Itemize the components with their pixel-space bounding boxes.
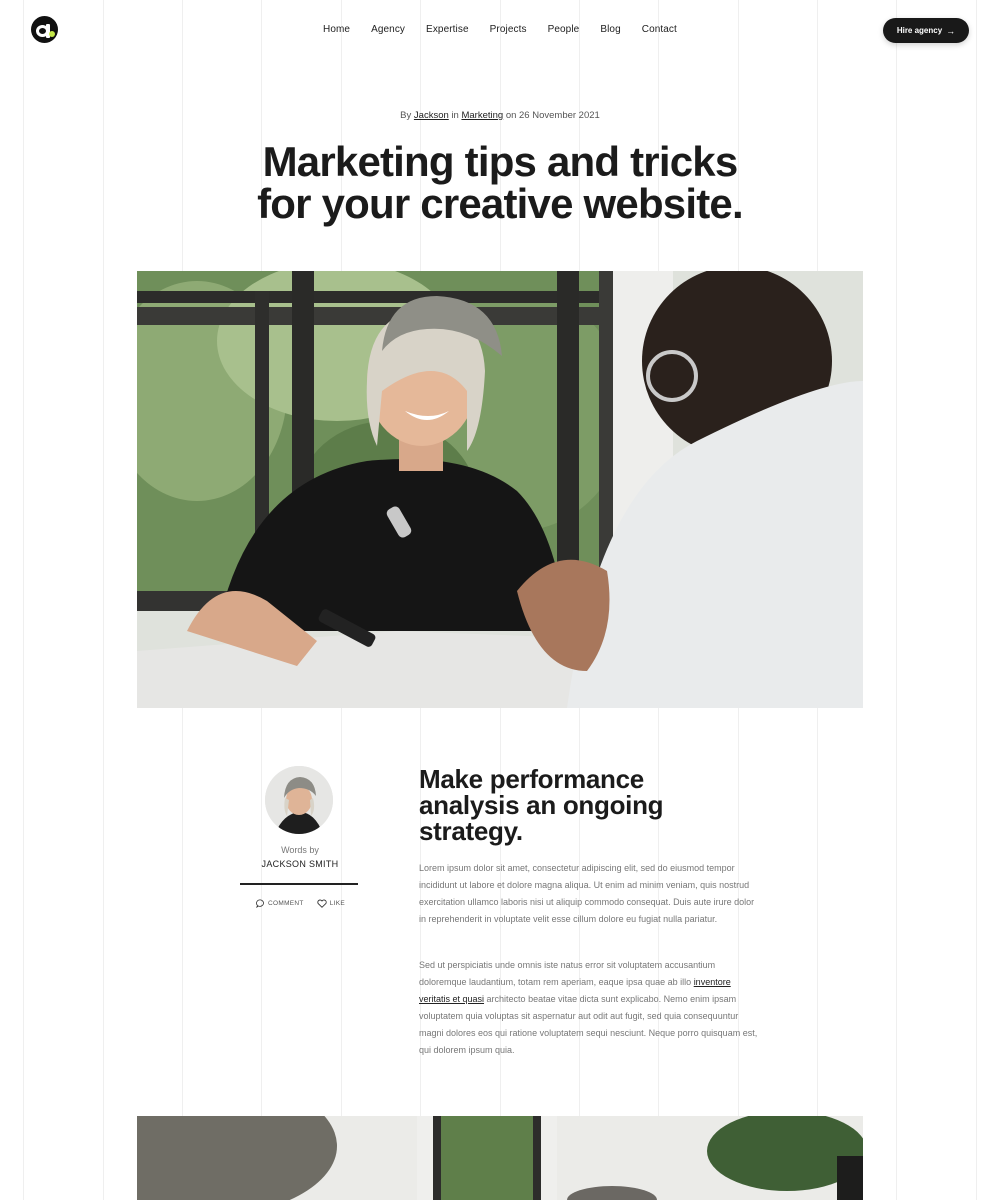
like-label: LIKE	[329, 900, 345, 907]
arrow-right-icon: →	[946, 25, 956, 36]
hero-image	[137, 271, 863, 708]
page-title-line-1: Marketing tips and tricks	[262, 138, 739, 185]
nav-item-agency[interactable]: Agency	[371, 24, 405, 35]
meta-author-link[interactable]: Jackson	[414, 110, 449, 121]
post-meta: By Jackson in Marketing on 26 November 2…	[0, 110, 1000, 121]
hire-agency-label: Hire agency	[896, 26, 943, 35]
page-title: Marketing tips and tricks for your creat…	[0, 141, 1000, 225]
heart-icon	[317, 899, 327, 908]
meta-category-link[interactable]: Marketing	[461, 110, 503, 121]
nav-item-home[interactable]: Home	[323, 24, 350, 35]
meta-in: in	[451, 110, 459, 121]
comment-button[interactable]: COMMENT	[256, 899, 304, 908]
post-actions: COMMENT LIKE	[256, 899, 345, 908]
hire-agency-button[interactable]: Hire agency →	[883, 18, 969, 43]
meta-date: on 26 November 2021	[505, 110, 600, 121]
meta-by: By	[400, 110, 412, 121]
article-paragraph-2: Sed ut perspiciatis unde omnis iste natu…	[419, 957, 761, 1059]
nav-item-blog[interactable]: Blog	[600, 24, 620, 35]
nav-item-projects[interactable]: Projects	[490, 24, 527, 35]
author-avatar[interactable]	[265, 766, 333, 834]
nav-item-people[interactable]: People	[548, 24, 580, 35]
section-heading: Make performance analysis an ongoing str…	[419, 764, 664, 846]
article-paragraph-1: Lorem ipsum dolor sit amet, consectetur …	[419, 863, 755, 924]
comment-label: COMMENT	[268, 900, 304, 907]
main-nav: Home Agency Expertise Projects People Bl…	[323, 24, 677, 35]
author-divider	[240, 883, 358, 885]
secondary-image	[137, 1116, 863, 1200]
author-name[interactable]: JACKSON SMITH	[240, 859, 360, 869]
paragraph-2-text-start: Sed ut perspiciatis unde omnis iste natu…	[419, 960, 716, 987]
words-by-label: Words by	[281, 845, 319, 855]
comment-icon	[256, 899, 264, 908]
like-button[interactable]: LIKE	[317, 899, 345, 908]
page-title-line-2: for your creative website.	[257, 180, 744, 227]
nav-item-contact[interactable]: Contact	[642, 24, 677, 35]
site-header: Home Agency Expertise Projects People Bl…	[0, 0, 1000, 60]
logo-icon[interactable]	[31, 16, 58, 43]
nav-item-expertise[interactable]: Expertise	[426, 24, 469, 35]
